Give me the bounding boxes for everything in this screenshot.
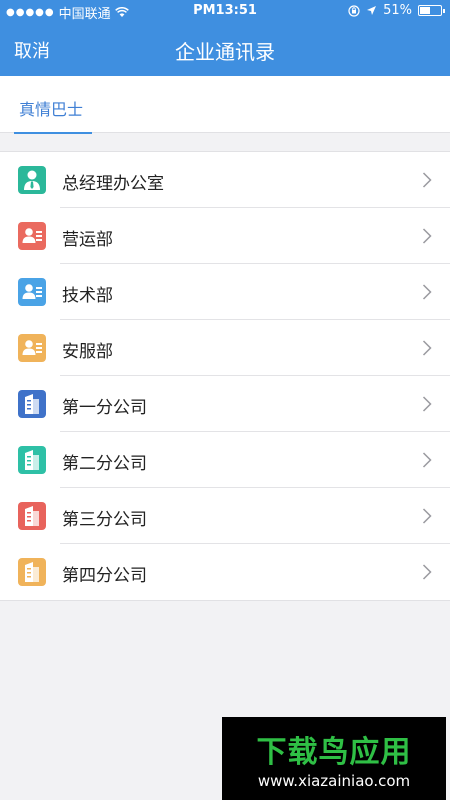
battery-percent: 51% — [383, 3, 412, 18]
manager-icon — [18, 166, 46, 194]
building-icon — [18, 558, 46, 586]
list-item-branch[interactable]: 第一分公司 — [0, 376, 450, 432]
chevron-right-icon — [422, 284, 432, 300]
chevron-right-icon — [422, 396, 432, 412]
building-icon — [18, 446, 46, 474]
list-item-branch[interactable]: 第四分公司 — [0, 544, 450, 600]
location-icon — [367, 6, 377, 15]
list-item-department[interactable]: 安服部 — [0, 320, 450, 376]
watermark-brand: 下载鸟应用 — [256, 735, 412, 770]
person-card-icon — [18, 278, 46, 306]
department-label: 安服部 — [62, 342, 113, 362]
watermark-url: www.xiazainiao.com — [257, 772, 411, 790]
chevron-right-icon — [422, 228, 432, 244]
chevron-right-icon — [422, 172, 432, 188]
list-item-branch[interactable]: 第二分公司 — [0, 432, 450, 488]
top-bar: ●●●●● 中国联通 PM13:51 51% 取消 企业通讯录 — [0, 0, 450, 76]
page-title: 企业通讯录 — [175, 40, 275, 64]
chevron-right-icon — [422, 508, 432, 524]
department-label: 营运部 — [62, 230, 113, 250]
tab-selected-indicator — [14, 132, 92, 134]
person-card-icon — [18, 222, 46, 250]
branch-label: 第一分公司 — [62, 398, 147, 418]
list-item-department[interactable]: 总经理办公室 — [0, 152, 450, 208]
list-item-branch[interactable]: 第三分公司 — [0, 488, 450, 544]
department-list: 总经理办公室 营运部 技术部 安服部 第一分公司 第二分公司 第三分公司 第四分… — [0, 151, 450, 601]
chevron-right-icon — [422, 452, 432, 468]
branch-label: 第三分公司 — [62, 510, 147, 530]
building-icon — [18, 390, 46, 418]
list-item-department[interactable]: 营运部 — [0, 208, 450, 264]
branch-label: 第四分公司 — [62, 566, 147, 586]
department-label: 总经理办公室 — [62, 174, 164, 194]
tab-bar: 真情巴士 — [0, 76, 450, 134]
watermark: 下载鸟应用 www.xiazainiao.com — [222, 717, 446, 800]
tab-company[interactable]: 真情巴士 — [14, 76, 92, 134]
tab-label: 真情巴士 — [19, 100, 84, 119]
branch-label: 第二分公司 — [62, 454, 147, 474]
rotation-lock-icon — [348, 4, 360, 17]
list-item-department[interactable]: 技术部 — [0, 264, 450, 320]
battery-icon — [418, 5, 445, 16]
building-icon — [18, 502, 46, 530]
chevron-right-icon — [422, 564, 432, 580]
nav-bar: 取消 企业通讯录 — [0, 22, 450, 76]
person-card-icon — [18, 334, 46, 362]
chevron-right-icon — [422, 340, 432, 356]
status-bar: ●●●●● 中国联通 PM13:51 51% — [0, 0, 450, 22]
department-label: 技术部 — [62, 286, 113, 306]
